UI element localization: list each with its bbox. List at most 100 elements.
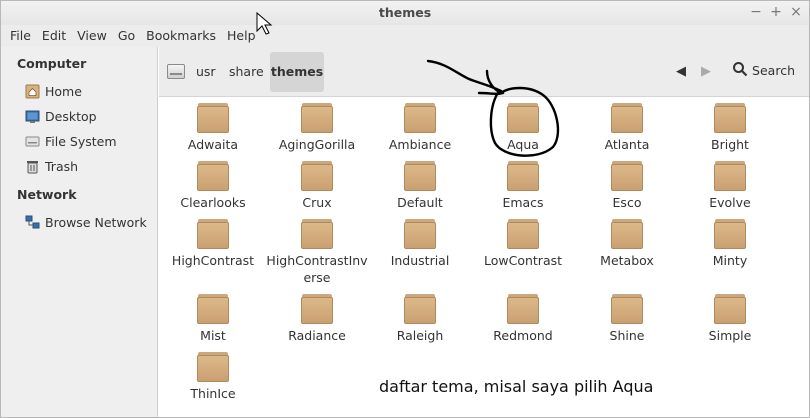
folder-label: Minty [712, 253, 748, 268]
sidebar-item-label: File System [45, 133, 117, 149]
folder-icon [507, 103, 539, 133]
sidebar-item-label: Trash [45, 158, 79, 174]
folder-icon [611, 161, 643, 191]
folder-item[interactable]: Emacs [471, 161, 575, 211]
folder-label: LowContrast [483, 253, 563, 268]
folder-label: Adwaita [187, 137, 239, 152]
folder-icon [611, 219, 643, 249]
menu-edit[interactable]: Edit [37, 25, 72, 47]
maximize-button[interactable]: + [769, 4, 783, 20]
folder-label: Ambiance [388, 137, 452, 152]
folder-item[interactable]: Bright [678, 103, 782, 153]
folder-item[interactable]: Esco [575, 161, 679, 211]
folder-icon [404, 219, 436, 249]
folder-item[interactable]: Redmond [471, 294, 575, 344]
folder-label: Simple [708, 328, 752, 343]
folder-icon [714, 294, 746, 324]
folder-label: Clearlooks [180, 195, 246, 210]
folder-item[interactable]: ThinIce [161, 352, 265, 402]
search-button[interactable]: Search [732, 61, 795, 80]
folder-item[interactable]: Shine [575, 294, 679, 344]
folder-label: Evolve [709, 195, 751, 210]
folder-item[interactable]: Mist [161, 294, 265, 344]
folder-item[interactable]: Crux [265, 161, 369, 211]
title-bar[interactable]: themes − + × [1, 1, 809, 25]
breadcrumb-usr[interactable]: usr [196, 64, 216, 79]
window-controls: − + × [749, 4, 803, 20]
sidebar-item-home[interactable]: Home [25, 81, 82, 101]
trash-icon [25, 159, 40, 174]
folder-icon [611, 103, 643, 133]
folder-icon [197, 352, 229, 382]
folder-icon [714, 161, 746, 191]
breadcrumb-share[interactable]: share [229, 64, 264, 79]
folder-icon [404, 294, 436, 324]
places-sidebar: Computer Home Desktop File System Trash [1, 47, 158, 417]
folder-icon [404, 103, 436, 133]
sidebar-heading-computer: Computer [17, 56, 87, 71]
menu-go[interactable]: Go [113, 25, 141, 47]
folder-icon [404, 161, 436, 191]
folder-label: Raleigh [396, 328, 444, 343]
folder-label: Esco [612, 195, 642, 210]
sidebar-item-label: Home [45, 83, 82, 99]
folder-item[interactable]: Evolve [678, 161, 782, 211]
sidebar-item-browse-network[interactable]: Browse Network [25, 212, 147, 232]
folder-icon [301, 161, 333, 191]
sidebar-item-desktop[interactable]: Desktop [25, 106, 97, 126]
drive-icon[interactable] [167, 64, 185, 79]
folder-item[interactable]: Simple [678, 294, 782, 344]
folder-label: Shine [609, 328, 645, 343]
close-button[interactable]: × [789, 4, 803, 20]
location-toolbar: usr share themes ◀ ▶ Search [159, 47, 809, 97]
back-arrow-icon[interactable]: ◀ [676, 64, 686, 79]
sidebar-item-file-system[interactable]: File System [25, 131, 117, 151]
folder-label: HighContrastInverse [266, 253, 368, 285]
folder-icon [507, 161, 539, 191]
folder-item[interactable]: Adwaita [161, 103, 265, 153]
folder-item[interactable]: Industrial [368, 219, 472, 269]
folder-item[interactable]: Ambiance [368, 103, 472, 153]
menu-help[interactable]: Help [222, 25, 262, 47]
menu-bookmarks[interactable]: Bookmarks [141, 25, 222, 47]
folder-item[interactable]: Default [368, 161, 472, 211]
folder-label: Atlanta [604, 137, 650, 152]
folder-item[interactable]: HighContrastInverse [265, 219, 369, 286]
folder-item[interactable]: AgingGorilla [265, 103, 369, 153]
folder-item[interactable]: Metabox [575, 219, 679, 269]
folder-icon [197, 161, 229, 191]
sidebar-item-label: Browse Network [45, 214, 147, 230]
menu-file[interactable]: File [5, 25, 37, 47]
folder-item[interactable]: Radiance [265, 294, 369, 344]
folder-item[interactable]: Clearlooks [161, 161, 265, 211]
home-icon [25, 84, 40, 99]
folder-icon [507, 294, 539, 324]
file-manager-window: themes − + × File Edit View Go Bookmarks… [0, 0, 810, 418]
folder-item[interactable]: Atlanta [575, 103, 679, 153]
folder-label: Default [397, 195, 443, 210]
folder-label: AgingGorilla [278, 137, 356, 152]
folder-label: Mist [200, 328, 226, 343]
minimize-button[interactable]: − [749, 4, 763, 20]
folder-label: Emacs [502, 195, 544, 210]
folder-item[interactable]: Raleigh [368, 294, 472, 344]
folder-icon [611, 294, 643, 324]
window-title: themes [378, 5, 432, 20]
desktop-icon [25, 109, 40, 124]
forward-arrow-icon[interactable]: ▶ [701, 64, 711, 79]
folder-icon [197, 103, 229, 133]
menu-view[interactable]: View [72, 25, 113, 47]
folder-label: Crux [302, 195, 332, 210]
sidebar-item-label: Desktop [45, 108, 97, 124]
folder-grid: Adwaita AgingGorilla Ambiance Aqua Atlan… [159, 98, 809, 417]
folder-label: ThinIce [190, 386, 236, 401]
sidebar-item-trash[interactable]: Trash [25, 156, 78, 176]
folder-label: Redmond [493, 328, 553, 343]
folder-item[interactable]: Minty [678, 219, 782, 269]
sidebar-heading-network: Network [17, 187, 77, 202]
breadcrumb-themes[interactable]: themes [270, 52, 324, 92]
folder-item[interactable]: LowContrast [471, 219, 575, 269]
folder-icon [301, 103, 333, 133]
folder-item[interactable]: Aqua [471, 103, 575, 153]
folder-item[interactable]: HighContrast [161, 219, 265, 269]
